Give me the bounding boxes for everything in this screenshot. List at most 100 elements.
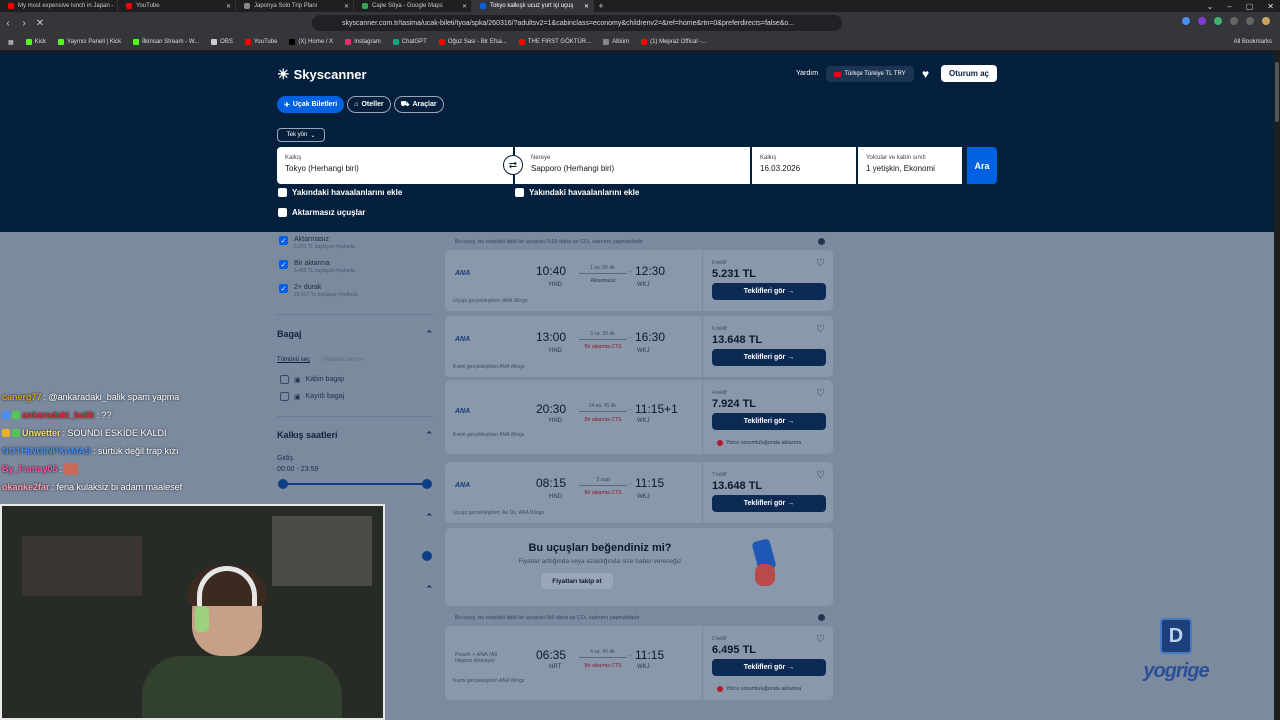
from-field[interactable]: Kalkış Tokyo (Herhangi biri) xyxy=(277,147,513,184)
cabin-bag-checkbox[interactable]: ▣ Kabin bagajı xyxy=(280,375,345,384)
url-input[interactable]: skyscanner.com.tr/tasima/ucak-bileti/tyo… xyxy=(312,15,842,31)
extension-icon[interactable] xyxy=(1198,17,1206,25)
back-icon[interactable]: ‹ xyxy=(0,18,16,29)
flight-itinerary[interactable] xyxy=(445,380,703,454)
browser-tab[interactable]: Japonya Solo Trip Planı ✕ xyxy=(236,0,354,12)
check-icon[interactable]: ✓ xyxy=(279,260,288,269)
forward-icon[interactable]: › xyxy=(16,18,32,29)
see-deals-button[interactable]: Teklifleri gör → xyxy=(712,349,826,366)
extension-icon[interactable] xyxy=(1246,17,1254,25)
nearby-from-checkbox[interactable]: Yakındaki havaalanlarını ekle xyxy=(278,188,402,197)
minimize-icon[interactable]: – xyxy=(1227,2,1231,11)
close-icon[interactable]: ✕ xyxy=(344,3,349,10)
bookmark-item[interactable]: (1) Mepraz Offical -... xyxy=(641,39,706,45)
close-icon[interactable]: ✕ xyxy=(584,3,589,10)
browser-tab[interactable]: My most expensive lunch in Japan -✕ xyxy=(0,0,118,12)
see-deals-button[interactable]: Teklifleri gör → xyxy=(712,413,826,430)
extension-icon[interactable] xyxy=(1182,17,1190,25)
tab-hotels[interactable]: ⌂ Oteller xyxy=(347,96,391,113)
checkbox-box[interactable] xyxy=(278,188,287,197)
see-deals-button[interactable]: Teklifleri gör → xyxy=(712,659,826,676)
apps-grid-icon[interactable]: ▦ xyxy=(8,39,14,46)
check-icon[interactable]: ✓ xyxy=(279,236,288,245)
check-icon[interactable]: ✓ xyxy=(279,284,288,293)
bookmark-item[interactable]: YouTube xyxy=(244,39,277,45)
bookmark-item[interactable]: (X) Home / X xyxy=(289,39,333,45)
heart-icon[interactable]: ♡ xyxy=(816,388,825,399)
bookmark-item[interactable]: Yayıncı Paneli | Kick xyxy=(58,39,121,45)
heart-icon[interactable]: ♡ xyxy=(816,470,825,481)
profile-icon[interactable] xyxy=(1262,17,1270,25)
heart-icon[interactable]: ♥ xyxy=(922,67,929,81)
date-field[interactable]: Kalkış 16.03.2026 xyxy=(752,147,856,184)
dropdown-icon[interactable]: ⌄ xyxy=(1207,2,1214,11)
bookmark-item[interactable]: İlkinsan Stream - W... xyxy=(133,39,199,45)
maximize-icon[interactable]: ▢ xyxy=(1246,2,1254,11)
passengers-field[interactable]: Yolcular ve kabin sınıfı 1 yetişkin, Ekon… xyxy=(858,147,962,184)
filter-stop-one[interactable]: ✓ Bir aktarma 5.485 TL başlayan fiyatlarla xyxy=(279,260,355,274)
browser-tab[interactable]: Cape Sôya - Google Maps ✕ xyxy=(354,0,472,12)
bookmark-item[interactable]: Albüm xyxy=(603,39,629,45)
search-button[interactable]: Ara xyxy=(967,147,997,184)
slider-handle[interactable] xyxy=(422,551,432,561)
filter-stop-two-plus[interactable]: ✓ 2+ durak 19.617 TL başlayan fiyatlarla xyxy=(279,284,358,298)
baggage-filter-header[interactable]: Bagaj ⌃ xyxy=(277,329,433,340)
scrollbar-thumb[interactable] xyxy=(1275,62,1279,122)
close-window-icon[interactable]: ✕ xyxy=(1267,2,1274,11)
flight-card[interactable]: Peach + ANA (All Nippon Airways) 06:35 N… xyxy=(445,626,833,700)
stop-icon[interactable]: ✕ xyxy=(32,18,48,29)
close-icon[interactable]: ✕ xyxy=(462,3,467,10)
see-deals-button[interactable]: Teklifleri gör → xyxy=(712,283,826,300)
checkbox-box[interactable] xyxy=(278,208,287,217)
nearby-to-checkbox[interactable]: Yakındaki havaalanlarını ekle xyxy=(515,188,639,197)
bookmark-label: THE FIRST GÖKTÜR... xyxy=(527,39,592,45)
heart-icon[interactable]: ♡ xyxy=(816,634,825,645)
direct-flights-checkbox[interactable]: Aktarmasız uçuşlar xyxy=(278,208,365,217)
tab-flights[interactable]: ✈ Uçak Biletleri xyxy=(277,96,345,113)
checkbox-box[interactable] xyxy=(280,392,289,401)
checkbox-box[interactable] xyxy=(515,188,524,197)
tab-cars[interactable]: ⛟ Araçlar xyxy=(393,96,444,113)
info-icon[interactable] xyxy=(818,614,825,621)
bookmark-item[interactable]: Kick xyxy=(25,39,46,45)
new-tab-button[interactable]: + xyxy=(594,0,608,12)
info-icon[interactable] xyxy=(818,238,825,245)
checked-bag-checkbox[interactable]: ▣ Kayıtlı bagaj xyxy=(280,392,344,401)
extension-icon[interactable] xyxy=(1214,17,1222,25)
scrollbar[interactable] xyxy=(1274,52,1280,720)
track-prices-button[interactable]: Fiyatları takip et xyxy=(541,573,613,589)
bookmark-item[interactable]: THE FIRST GÖKTÜR... xyxy=(518,39,592,45)
slider-handle-start[interactable] xyxy=(278,479,288,489)
skyscanner-logo[interactable]: ☀ Skyscanner xyxy=(277,66,367,83)
checkbox-box[interactable] xyxy=(280,375,289,384)
flight-card[interactable]: ANA 20:30 HND 14 sa. 45 dk. Bir aktarma … xyxy=(445,380,833,454)
departure-times-header[interactable]: Kalkış saatleri ⌃ xyxy=(277,430,433,441)
help-link[interactable]: Yardım xyxy=(796,70,818,77)
browser-tab[interactable]: YouTube ✕ xyxy=(118,0,236,12)
login-button[interactable]: Oturum aç xyxy=(941,65,997,82)
flight-card[interactable]: ANA 10:40 HND 1 sa. 50 dk. Aktarmasız 12… xyxy=(445,250,833,311)
slider-handle-end[interactable] xyxy=(422,479,432,489)
filter-stop-direct[interactable]: ✓ Aktarmasız 5.231 TL başlayan fiyatlarla xyxy=(279,236,355,250)
locale-button[interactable]: Türkçe Türkiye TL TRY xyxy=(826,66,914,82)
browser-tab-active[interactable]: Tokyo kalkışlı ucuz yurt içi uçuş ✕ xyxy=(472,0,594,12)
bookmark-item[interactable]: ChatGPT xyxy=(392,39,427,45)
close-icon[interactable]: ✕ xyxy=(226,3,231,10)
trip-type-select[interactable]: Tek yön ⌄ xyxy=(277,128,325,142)
time-slider-track[interactable] xyxy=(282,483,427,485)
to-field[interactable]: Nereye Sapporo (Herhangi biri) xyxy=(515,147,750,184)
see-deals-button[interactable]: Teklifleri gör → xyxy=(712,495,826,512)
badge-icon xyxy=(12,429,20,437)
flight-card[interactable]: ANA 13:00 HND 3 sa. 30 dk. Bir aktarma C… xyxy=(445,316,833,377)
extension-icon[interactable] xyxy=(1230,17,1238,25)
flight-card[interactable]: ANA 08:15 HND 3 saat Bir aktarma CTS 11:… xyxy=(445,462,833,523)
swap-icon[interactable]: ⇄ xyxy=(503,155,523,175)
heart-icon[interactable]: ♡ xyxy=(816,324,825,335)
bookmark-item[interactable]: Oğuz Sasi - Bir Efsa... xyxy=(438,39,507,45)
all-bookmarks[interactable]: All Bookmarks xyxy=(1234,39,1272,45)
select-all-link[interactable]: Tümünü seç xyxy=(277,357,310,363)
heart-icon[interactable]: ♡ xyxy=(816,258,825,269)
clear-all-link[interactable]: Hiçbirini seçme xyxy=(323,357,364,363)
bookmark-item[interactable]: OBS xyxy=(211,39,233,45)
bookmark-item[interactable]: Instagram xyxy=(345,39,381,45)
